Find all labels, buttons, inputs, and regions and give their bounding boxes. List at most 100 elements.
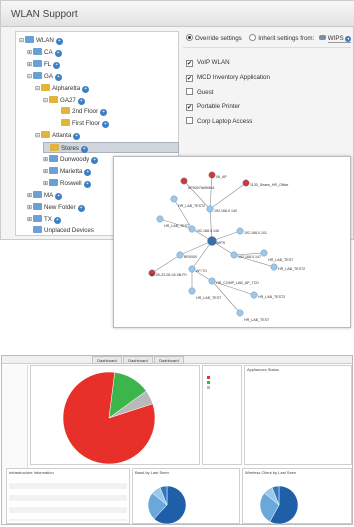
- tree-node-fl[interactable]: ⊞ FL +: [27, 59, 61, 70]
- inherit-select[interactable]: WIPS ▾: [327, 35, 352, 43]
- topology-node[interactable]: HR_LAB_TEST: [236, 309, 270, 322]
- tree-node-stores[interactable]: Stores +: [43, 142, 179, 154]
- access-point-icon[interactable]: [242, 179, 250, 187]
- ssid-checkbox[interactable]: [186, 117, 193, 124]
- site-icon: [49, 178, 58, 186]
- topology-node[interactable]: AP9007ficf50fb4: [180, 177, 215, 190]
- topology-node[interactable]: WIPS: [207, 236, 226, 246]
- switch-icon[interactable]: [176, 251, 184, 259]
- tree-node-ca[interactable]: ⊞ CA +: [27, 47, 62, 58]
- infrastructure-panel: Infrastructure Information: [6, 468, 130, 524]
- ssid-option[interactable]: Guest: [186, 88, 214, 96]
- tab-dashboard-1[interactable]: Dashboard: [92, 356, 122, 364]
- switch-icon[interactable]: [230, 251, 238, 259]
- topology-node-label: HR_LAB_TEST: [244, 318, 270, 322]
- topology-node[interactable]: BR0000: [176, 251, 197, 259]
- topology-node-label: HR_LAB_TEST2: [258, 295, 285, 299]
- access-point-icon[interactable]: [260, 249, 268, 257]
- tree-node-tx[interactable]: ⊞ TX +: [27, 214, 61, 225]
- access-point-icon[interactable]: [250, 291, 258, 299]
- tree-node-wlan[interactable]: ⊟ WLAN +: [19, 35, 63, 46]
- add-icon[interactable]: +: [55, 192, 63, 200]
- tab-dashboard-2[interactable]: Dashboard: [123, 356, 153, 364]
- topology-node[interactable]: AP-TO: [188, 265, 207, 273]
- tree-node-label: First Floor: [72, 120, 100, 128]
- add-icon[interactable]: +: [54, 49, 62, 57]
- add-icon[interactable]: +: [55, 38, 63, 45]
- folder-icon: [50, 144, 59, 152]
- topology-node[interactable]: 192.168.0.146: [188, 225, 219, 233]
- ssid-checkbox[interactable]: [186, 88, 193, 95]
- access-point-icon[interactable]: [270, 263, 278, 271]
- tree-node-unplaced-devices[interactable]: Unplaced Devices: [27, 225, 94, 236]
- tree-node-new-folder[interactable]: ⊞ New Folder +: [27, 202, 85, 213]
- tree-node-marietta[interactable]: ⊞ Marietta +: [43, 166, 92, 177]
- inherit-radio[interactable]: [249, 34, 257, 41]
- access-point-icon[interactable]: [156, 215, 164, 223]
- add-icon[interactable]: +: [53, 216, 61, 224]
- override-radio[interactable]: [186, 34, 193, 41]
- ssid-option[interactable]: Corp Laptop Access: [186, 117, 252, 125]
- topology-node-label: 192.168.0.140: [214, 209, 237, 213]
- topology-link: [151, 254, 181, 274]
- add-icon[interactable]: +: [73, 133, 81, 141]
- ssid-option[interactable]: ✔ MCD Inventory Application: [186, 74, 270, 82]
- access-point-icon[interactable]: [208, 277, 216, 285]
- tree-node-label: CA: [44, 48, 53, 56]
- ssid-option[interactable]: ✔ VoIP WLAN: [186, 59, 230, 67]
- add-icon[interactable]: +: [82, 85, 90, 93]
- topology-node[interactable]: HR_LAB_TEST2: [250, 291, 285, 299]
- add-icon[interactable]: +: [101, 121, 109, 129]
- tree-node-ma[interactable]: ⊞ MA +: [27, 190, 63, 201]
- topology-node[interactable]: HR_LAB_TEST: [188, 287, 222, 300]
- tree-node-label: Dunwoody: [60, 156, 90, 163]
- tree-node-2nd-floor[interactable]: 2nd Floor +: [55, 106, 108, 117]
- ssid-checkbox[interactable]: ✔: [186, 103, 193, 111]
- tree-node-dunwoody[interactable]: ⊞ Dunwoody +: [43, 154, 99, 165]
- topology-node[interactable]: HR_LAB_TEST2: [270, 263, 305, 271]
- tree-node-label: 2nd Floor: [72, 108, 99, 116]
- wlan-support-panel: WLAN Support ⊟ WLAN + ⊞ CA + ⊞ FL + ⊟ GA + ⊟ Alpharet…: [0, 0, 354, 328]
- switch-icon[interactable]: [206, 205, 214, 213]
- tree-node-alpharetta[interactable]: ⊟ Alpharetta +: [35, 83, 90, 94]
- switch-icon[interactable]: [188, 225, 196, 233]
- ssid-checkbox[interactable]: ✔: [186, 74, 193, 82]
- access-point-icon[interactable]: [170, 195, 178, 203]
- access-point-icon[interactable]: [236, 309, 244, 317]
- tree-node-roswell[interactable]: ⊞ Roswell +: [43, 178, 91, 189]
- topology-node[interactable]: HR_LAB_TEST: [260, 249, 294, 262]
- topology-node[interactable]: HR_COMP_LAB_AP_TCD: [208, 277, 260, 285]
- ssid-checkbox[interactable]: ✔: [186, 60, 193, 67]
- add-icon[interactable]: +: [77, 97, 85, 105]
- ssid-option[interactable]: ✔ Portable Printer: [186, 103, 240, 111]
- add-icon[interactable]: +: [77, 204, 85, 212]
- tab-dashboard-3[interactable]: Dashboard: [154, 356, 184, 364]
- add-icon[interactable]: +: [83, 180, 91, 188]
- topology-node-label: 06_AP: [216, 175, 227, 179]
- access-point-icon[interactable]: [188, 287, 196, 295]
- topology-node[interactable]: 06_AP: [208, 171, 228, 179]
- folder-icon: [61, 119, 70, 127]
- topology-node[interactable]: 192.168.0.147: [230, 251, 261, 259]
- topology-node[interactable]: 1130_Seans_HR_Office: [242, 179, 289, 187]
- tree-node-ga[interactable]: ⊟ GA +: [27, 71, 62, 82]
- tree-node-atlanta[interactable]: ⊟ Atlanta +: [35, 130, 81, 141]
- band-title: Band by Last Seen: [135, 470, 169, 475]
- topology-node[interactable]: AP-00-23-05-04-0B-F0: [148, 269, 187, 277]
- topology-node[interactable]: 192.168.0.101: [236, 227, 267, 235]
- access-point-icon[interactable]: [208, 171, 216, 179]
- tree-node-ga27[interactable]: ⊟ GA27 +: [43, 95, 85, 106]
- add-icon[interactable]: +: [53, 61, 61, 69]
- add-icon[interactable]: +: [54, 73, 62, 81]
- topology-node[interactable]: 192.168.0.140: [206, 205, 237, 213]
- add-icon[interactable]: +: [84, 168, 92, 176]
- access-point-icon[interactable]: [188, 265, 196, 273]
- add-icon[interactable]: +: [91, 157, 99, 164]
- add-icon[interactable]: +: [80, 146, 88, 154]
- tree-node-first-floor[interactable]: First Floor +: [55, 118, 109, 129]
- device-icon: [33, 226, 42, 234]
- switch-icon[interactable]: [236, 227, 244, 235]
- chevron-down-icon: ▾: [345, 36, 352, 42]
- add-icon[interactable]: +: [100, 109, 108, 117]
- access-point-icon[interactable]: [180, 177, 188, 185]
